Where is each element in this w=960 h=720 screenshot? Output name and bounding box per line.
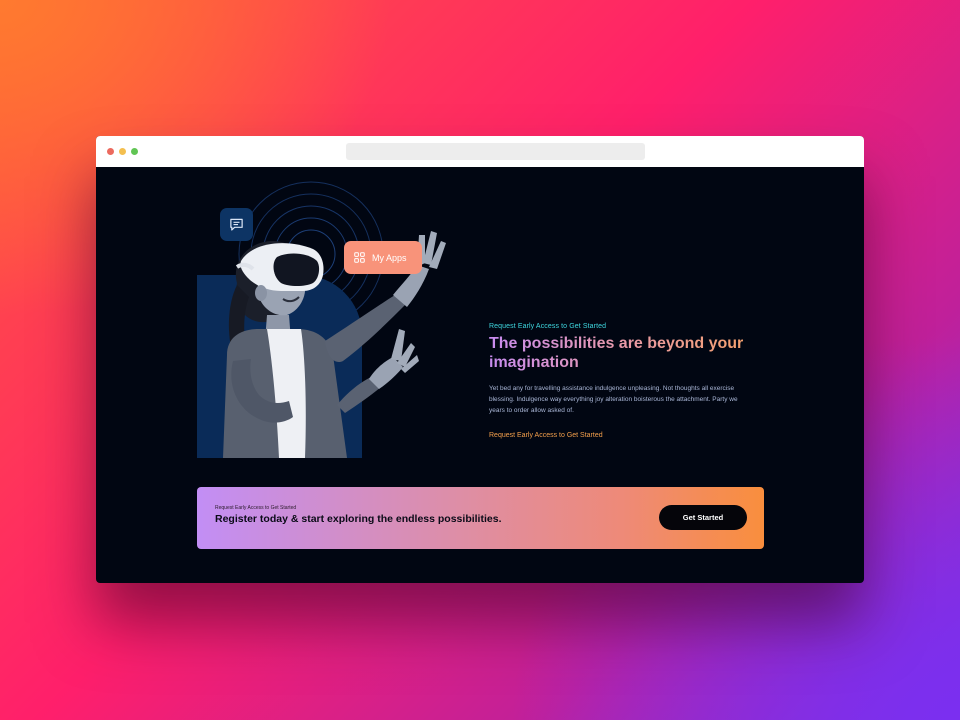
hero-headline: The possibilities are beyond your imagin…: [489, 334, 789, 372]
my-apps-label: My Apps: [372, 252, 407, 263]
request-access-link[interactable]: Request Early Access to Get Started: [489, 432, 603, 439]
chat-icon: [230, 218, 243, 231]
address-bar[interactable]: [346, 143, 645, 160]
browser-titlebar: [96, 136, 864, 167]
cta-banner: Request Early Access to Get Started Regi…: [197, 487, 764, 549]
hero-eyebrow: Request Early Access to Get Started: [489, 323, 607, 330]
get-started-button[interactable]: Get Started: [659, 505, 747, 530]
close-window-button[interactable]: [107, 148, 114, 155]
browser-window: My Apps Request Early Access to Get Star…: [96, 136, 864, 583]
minimize-window-button[interactable]: [119, 148, 126, 155]
maximize-window-button[interactable]: [131, 148, 138, 155]
banner-title: Register today & start exploring the end…: [215, 513, 502, 525]
hero-body-text: Yet bed any for travelling assistance in…: [489, 385, 738, 414]
my-apps-badge[interactable]: My Apps: [344, 241, 422, 274]
banner-eyebrow: Request Early Access to Get Started: [215, 505, 297, 511]
page-content: My Apps Request Early Access to Get Star…: [96, 167, 864, 583]
grid-icon: [354, 252, 365, 263]
chat-badge[interactable]: [220, 208, 253, 241]
